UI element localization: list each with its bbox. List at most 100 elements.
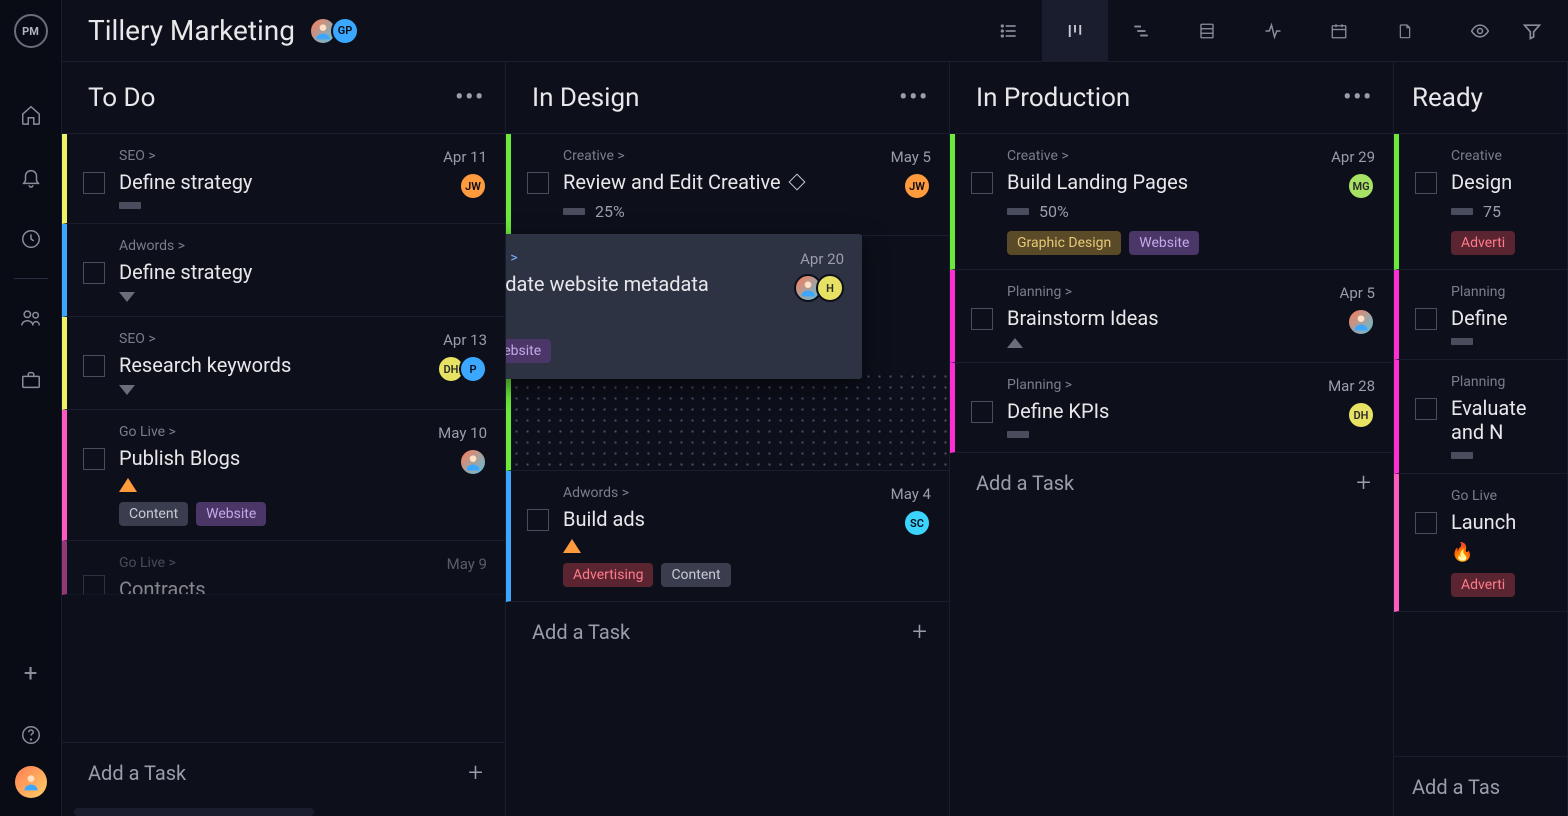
tag[interactable]: Website	[196, 502, 266, 526]
task-card[interactable]: Adwords > Build ads Advertising Content …	[506, 471, 949, 602]
assignee-avatar[interactable]: DH	[1347, 401, 1375, 429]
add-task-button[interactable]: Add a Task +	[950, 453, 1393, 513]
task-category: Planning	[1451, 284, 1549, 300]
task-card[interactable]: Creative > Build Landing Pages 50% Graph…	[950, 134, 1393, 270]
task-card[interactable]: Planning > Define KPIs Mar 28 DH	[950, 363, 1393, 453]
assignee-avatar[interactable]: P	[459, 355, 487, 383]
task-checkbox[interactable]	[971, 401, 993, 423]
task-category: Go Live >	[119, 424, 428, 440]
column-menu-icon[interactable]: •••	[1343, 85, 1373, 110]
task-card[interactable]: SEO > Research keywords Apr 13 DH P	[62, 317, 505, 410]
member-avatar[interactable]: GP	[331, 17, 359, 45]
visibility-icon[interactable]	[1468, 21, 1492, 41]
task-date: May 10	[438, 424, 487, 442]
task-checkbox[interactable]	[1415, 308, 1437, 330]
tag[interactable]: Adverti	[1451, 573, 1515, 597]
tag[interactable]: Content	[119, 502, 188, 526]
task-checkbox[interactable]	[83, 262, 105, 284]
app-logo[interactable]: PM	[14, 14, 48, 48]
add-task-button[interactable]: Add a Tas	[1394, 756, 1567, 816]
task-checkbox[interactable]	[1415, 398, 1437, 420]
task-date: Apr 5	[1340, 284, 1375, 302]
notifications-icon[interactable]	[18, 164, 44, 190]
horizontal-scrollbar[interactable]	[74, 808, 314, 816]
task-checkbox[interactable]	[83, 355, 105, 377]
task-title: Define	[1451, 306, 1549, 330]
add-icon[interactable]: +	[18, 660, 44, 686]
task-category: SEO >	[119, 148, 433, 164]
task-date: May 4	[891, 485, 931, 503]
sheet-view-tab[interactable]	[1174, 0, 1240, 62]
task-card[interactable]: Adwords > Define strategy	[62, 224, 505, 317]
assignee-avatar[interactable]: MG	[1347, 172, 1375, 200]
task-checkbox[interactable]	[1415, 172, 1437, 194]
task-category: SEO >	[506, 250, 790, 266]
task-card[interactable]: Go Live > Contracts May 9	[62, 541, 505, 595]
task-card[interactable]: Creative > Review and Edit Creative 25% …	[506, 134, 949, 236]
task-checkbox[interactable]	[83, 172, 105, 194]
add-task-button[interactable]: Add a Task +	[506, 602, 949, 662]
tag[interactable]: Graphic Design	[1007, 231, 1121, 255]
list-view-tab[interactable]	[976, 0, 1042, 62]
main-area: Tillery Marketing GP To Do •••	[62, 0, 1568, 816]
team-icon[interactable]	[18, 305, 44, 331]
priority-low-icon	[119, 385, 135, 395]
add-task-button[interactable]: Add a Task +	[62, 742, 505, 802]
board-view-tab[interactable]	[1042, 0, 1108, 62]
task-checkbox[interactable]	[83, 448, 105, 470]
task-category: Go Live >	[119, 555, 437, 571]
home-icon[interactable]	[18, 102, 44, 128]
task-card[interactable]: Go Live Launch 🔥 Adverti	[1394, 474, 1567, 612]
task-category: Planning	[1451, 374, 1549, 390]
plus-icon: +	[912, 617, 927, 647]
tag[interactable]: Website	[506, 339, 551, 363]
task-card[interactable]: Planning Evaluate and N	[1394, 360, 1567, 474]
tag[interactable]: Website	[1129, 231, 1199, 255]
recent-icon[interactable]	[18, 226, 44, 252]
assignee-avatar[interactable]: SC	[903, 509, 931, 537]
user-avatar[interactable]	[15, 766, 47, 798]
task-checkbox[interactable]	[83, 575, 105, 595]
column-header: In Design •••	[506, 62, 949, 134]
column-menu-icon[interactable]: •••	[899, 85, 929, 110]
assignee-avatar[interactable]	[459, 448, 487, 476]
task-card[interactable]: Planning Define	[1394, 270, 1567, 360]
assignee-avatar[interactable]: JW	[459, 172, 487, 200]
tag[interactable]: Content	[661, 563, 730, 587]
task-title: Brainstorm Ideas	[1007, 306, 1330, 330]
assignee-avatar[interactable]: H	[816, 274, 844, 302]
task-checkbox[interactable]	[1415, 512, 1437, 534]
column-body: SEO > Define strategy Apr 11 JW Adwords …	[62, 134, 505, 742]
files-view-tab[interactable]	[1372, 0, 1438, 62]
project-members[interactable]: GP	[315, 17, 359, 45]
column-title: In Design	[532, 83, 639, 113]
filter-icon[interactable]	[1520, 21, 1544, 41]
assignee-avatar[interactable]: JW	[903, 172, 931, 200]
task-checkbox[interactable]	[971, 308, 993, 330]
task-card[interactable]: SEO > Define strategy Apr 11 JW	[62, 134, 505, 224]
activity-view-tab[interactable]	[1240, 0, 1306, 62]
tag[interactable]: Adverti	[1451, 231, 1515, 255]
task-title: Update website metadata	[506, 272, 790, 296]
task-date: Apr 11	[443, 148, 487, 166]
task-checkbox[interactable]	[971, 172, 993, 194]
column-header: In Production •••	[950, 62, 1393, 134]
assignee-avatar[interactable]	[1347, 308, 1375, 336]
drop-zone[interactable]	[506, 371, 949, 471]
task-title: Define KPIs	[1007, 399, 1318, 423]
help-icon[interactable]	[18, 722, 44, 748]
task-card-dragging[interactable]: SEO > Update website metadata ⬇ Website …	[506, 234, 862, 379]
priority-indicator	[563, 208, 585, 215]
task-checkbox[interactable]	[527, 172, 549, 194]
column-menu-icon[interactable]: •••	[455, 85, 485, 110]
briefcase-icon[interactable]	[18, 367, 44, 393]
task-card[interactable]: Creative Design 75 Adverti	[1394, 134, 1567, 270]
tag[interactable]: Advertising	[563, 563, 653, 587]
task-checkbox[interactable]	[527, 509, 549, 531]
task-category: Go Live	[1451, 488, 1549, 504]
task-date: Apr 29	[1331, 148, 1375, 166]
task-card[interactable]: Planning > Brainstorm Ideas Apr 5	[950, 270, 1393, 363]
gantt-view-tab[interactable]	[1108, 0, 1174, 62]
task-card[interactable]: Go Live > Publish Blogs Content Website …	[62, 410, 505, 541]
calendar-view-tab[interactable]	[1306, 0, 1372, 62]
